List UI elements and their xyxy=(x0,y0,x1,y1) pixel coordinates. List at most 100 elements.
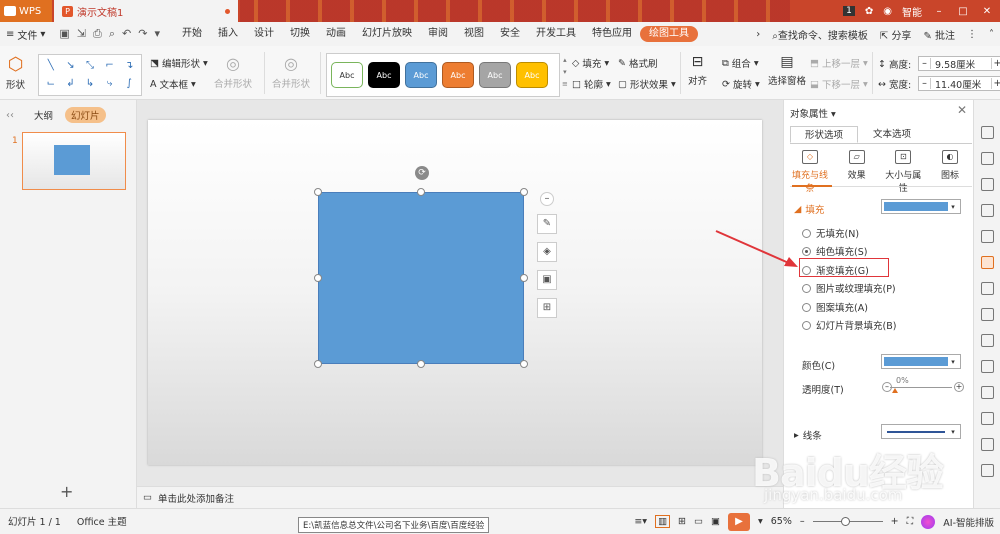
normal-view-icon[interactable]: ▥ xyxy=(655,515,671,528)
merge-shape-button[interactable]: ◎ 合并形状 xyxy=(214,54,252,90)
fit-window-icon[interactable]: ⛶ xyxy=(907,516,914,527)
play-slideshow-button[interactable]: ▶ xyxy=(727,512,750,531)
sorter-view-icon[interactable]: ⊞ xyxy=(678,516,686,527)
rotate-button[interactable]: ⟳ 旋转 ▾ xyxy=(722,77,760,92)
fill-button[interactable]: ◇ 填充 ▾ xyxy=(572,56,609,71)
tab-security[interactable]: 安全 xyxy=(492,22,528,46)
format-painter-button[interactable]: ✎ 格式刷 xyxy=(618,56,657,71)
slide-thumbnail[interactable] xyxy=(22,132,126,190)
elbow-icon[interactable]: ⌐ xyxy=(100,57,120,75)
slide[interactable]: ⟳ – ✎ ◈ ▣ ⊞ xyxy=(148,120,762,465)
send-backward-button[interactable]: ⬓ 下移一层 ▾ xyxy=(810,77,868,92)
file-menu[interactable]: ≡ 文件 ▾ xyxy=(0,27,51,42)
width-stepper[interactable]: – 11.40厘米 + xyxy=(918,76,1000,91)
color-dropdown[interactable]: ▾ xyxy=(881,354,961,369)
box-icon[interactable] xyxy=(981,334,994,347)
tab-animations[interactable]: 动画 xyxy=(318,22,354,46)
document-tab[interactable]: P 演示文稿1 xyxy=(54,0,238,22)
group-button[interactable]: ⧉ 组合 ▾ xyxy=(722,56,759,71)
resize-handle[interactable] xyxy=(417,360,425,368)
zoom-slider[interactable] xyxy=(812,517,883,526)
line-icon[interactable]: ╲ xyxy=(41,57,61,75)
tab-review[interactable]: 审阅 xyxy=(420,22,456,46)
minimize-icon[interactable]: – xyxy=(932,6,946,17)
resize-handle[interactable] xyxy=(314,274,322,282)
textbox-button[interactable]: A 文本框 ▾ xyxy=(150,77,196,92)
redo-icon[interactable]: ↷ xyxy=(138,27,147,41)
fill-color-dropdown[interactable]: ▾ xyxy=(881,199,961,214)
share-button[interactable]: ⇱ 分享 xyxy=(880,27,912,42)
save-icon[interactable]: ▣ xyxy=(59,27,69,41)
shape-style-swatch[interactable]: Abc xyxy=(405,62,437,88)
subtab-fill-line[interactable]: ◇ 填充与线条 xyxy=(788,150,832,194)
merge-shape-button-2[interactable]: ◎ 合并形状 xyxy=(272,54,310,90)
ai-icon[interactable] xyxy=(921,514,936,529)
tab-developer[interactable]: 开发工具 xyxy=(528,22,584,46)
scroll-down-icon[interactable]: ▾ xyxy=(563,68,567,76)
record-icon[interactable] xyxy=(981,438,994,451)
rotate-handle-icon[interactable]: ⟳ xyxy=(415,166,429,180)
resize-handle[interactable] xyxy=(520,188,528,196)
selection-pane-button[interactable]: ▤ 选择窗格 xyxy=(768,54,806,87)
more-icon[interactable]: ▾ xyxy=(154,27,160,41)
tab-design[interactable]: 设计 xyxy=(246,22,282,46)
collapse-toolbar-icon[interactable]: – xyxy=(540,192,554,206)
scroll-up-icon[interactable]: ▴ xyxy=(563,56,567,64)
play-dropdown-icon[interactable]: ▾ xyxy=(758,516,763,527)
tab-slideshow[interactable]: 幻灯片放映 xyxy=(354,22,420,46)
undo-icon[interactable]: ↶ xyxy=(122,27,131,41)
radio-no-fill[interactable]: 无填充(N) xyxy=(802,226,859,240)
elbow-double-icon[interactable]: ⌙ xyxy=(41,75,61,93)
height-stepper[interactable]: – 9.58厘米 + xyxy=(918,56,1000,71)
pen-icon[interactable]: ✎ xyxy=(537,214,557,234)
more-options-icon[interactable]: ⋮ xyxy=(967,29,977,40)
subtab-effects[interactable]: ▱ 效果 xyxy=(835,150,879,184)
shape-effect-button[interactable]: ▢ 形状效果 ▾ xyxy=(618,77,676,92)
sparkle-icon[interactable] xyxy=(981,308,994,321)
zoom-slider-thumb[interactable] xyxy=(840,517,850,526)
tab-home[interactable]: 开始 xyxy=(174,22,210,46)
radio-solid-fill[interactable]: 纯色填充(S) xyxy=(802,244,867,258)
tab-shape-options[interactable]: 形状选项 xyxy=(790,126,858,143)
tab-slides[interactable]: 幻灯片 xyxy=(65,107,106,123)
double-arrow-icon[interactable]: ⤡ xyxy=(80,57,100,75)
comment-button[interactable]: ✎ 批注 xyxy=(923,27,955,42)
curve-double-icon[interactable]: ⤷ xyxy=(100,75,120,93)
arrow-line-icon[interactable]: ↘ xyxy=(61,57,81,75)
collapse-ribbon-icon[interactable]: ˄ xyxy=(989,29,994,40)
line-shapes-gallery[interactable]: ╲ ↘ ⤡ ⌐ ↴ ⌙ ↲ ↳ ⤷ ∫ xyxy=(38,54,142,96)
add-slide-button[interactable]: + xyxy=(60,482,73,501)
tab-view[interactable]: 视图 xyxy=(456,22,492,46)
width-decrease-button[interactable]: – xyxy=(919,78,931,89)
print-icon[interactable]: ⎙ xyxy=(93,27,102,41)
ai-layout-button[interactable]: AI-智能排版 xyxy=(943,515,994,529)
reading-view-icon[interactable]: ▭ xyxy=(694,516,703,527)
blue-rectangle-shape[interactable] xyxy=(318,192,524,364)
properties-icon[interactable] xyxy=(981,256,994,269)
notes-placeholder[interactable]: 单击此处添加备注 xyxy=(158,491,234,505)
outline-frame-icon[interactable]: ▣ xyxy=(537,270,557,290)
maximize-icon[interactable]: □ xyxy=(956,6,970,17)
resize-handle[interactable] xyxy=(520,274,528,282)
cut-icon[interactable] xyxy=(981,412,994,425)
tab-drawing-tools[interactable]: 绘图工具 xyxy=(640,26,698,42)
search-command[interactable]: ⌕查找命令、搜索模板 xyxy=(772,27,868,42)
elbow-arrow-icon[interactable]: ↴ xyxy=(119,57,139,75)
fill-section-header[interactable]: ◢ 填充 xyxy=(794,202,824,217)
curve-icon[interactable]: ↲ xyxy=(61,75,81,93)
star-icon[interactable] xyxy=(981,126,994,139)
line-section-header[interactable]: ▸ 线条 xyxy=(794,428,822,443)
radio-picture-fill[interactable]: 图片或纹理填充(P) xyxy=(802,281,896,295)
copy-icon[interactable] xyxy=(981,152,994,165)
outline-button[interactable]: □ 轮廓 ▾ xyxy=(572,77,611,92)
subtab-icon[interactable]: ◐ 图标 xyxy=(928,150,972,184)
layout-icon[interactable]: ⊞ xyxy=(537,298,557,318)
presenter-view-icon[interactable]: ▣ xyxy=(711,516,720,527)
user-avatar[interactable]: ◉ xyxy=(883,6,892,17)
resize-handle[interactable] xyxy=(314,188,322,196)
close-icon[interactable]: ✕ xyxy=(957,103,967,117)
export-icon[interactable]: ⇲ xyxy=(77,27,86,41)
tab-text-options[interactable]: 文本选项 xyxy=(858,126,926,143)
panel-title[interactable]: 对象属性 ▾ xyxy=(790,106,836,120)
width-value[interactable]: 11.40厘米 xyxy=(931,77,991,91)
